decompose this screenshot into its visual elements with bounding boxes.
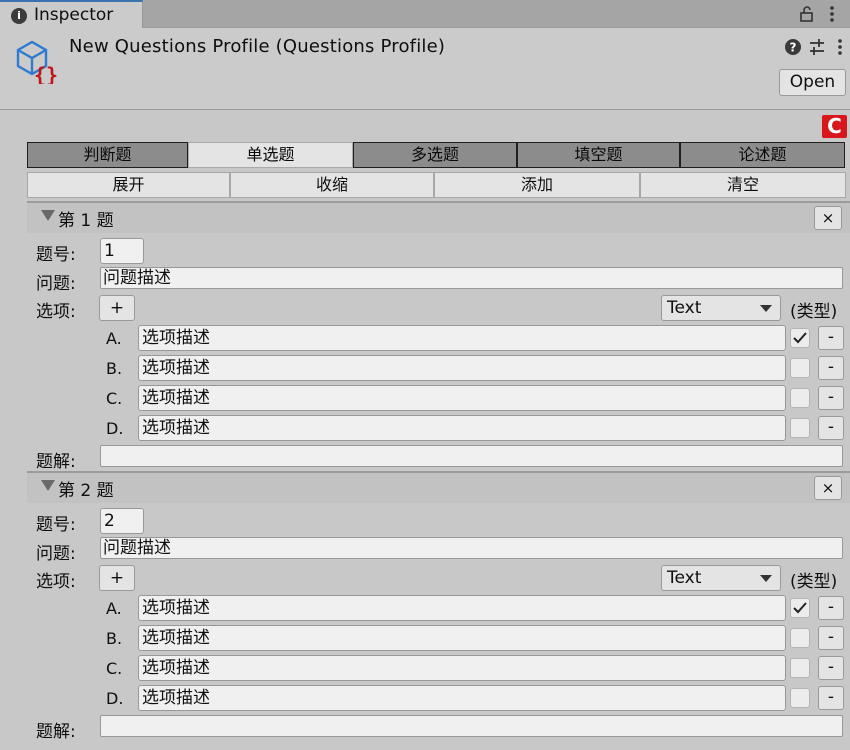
svg-text:{}: {} [34, 63, 58, 84]
foldout-arrow-icon[interactable] [41, 480, 55, 491]
explanation-label: 题解: [36, 722, 76, 742]
question-number-field[interactable]: 2 [100, 508, 144, 534]
remove-option-button[interactable]: - [818, 326, 844, 350]
correct-checkbox[interactable] [790, 328, 810, 348]
type-label: (类型) [790, 302, 838, 322]
question-label: 问题: [36, 274, 76, 294]
explanation-field[interactable] [100, 715, 843, 737]
add-button[interactable]: 添加 [434, 172, 640, 198]
remove-option-button[interactable]: - [818, 416, 844, 440]
option-type-dropdown[interactable]: Text [661, 565, 781, 591]
option-text-field[interactable]: 选项描述 [138, 655, 786, 681]
option-text-field[interactable]: 选项描述 [138, 625, 786, 651]
tab-essay[interactable]: 论述题 [680, 142, 845, 168]
option-text-field[interactable]: 选项描述 [138, 385, 786, 411]
checkmark-icon [793, 602, 807, 614]
dropdown-value: Text [667, 298, 702, 318]
tab-judgement[interactable]: 判断题 [27, 142, 188, 168]
correct-checkbox[interactable] [790, 598, 810, 618]
option-text-field[interactable]: 选项描述 [138, 325, 786, 351]
open-button[interactable]: Open [779, 69, 846, 96]
asset-title: New Questions Profile (Questions Profile… [69, 36, 446, 57]
lock-icon[interactable] [797, 4, 817, 24]
option-letter: B. [106, 629, 123, 648]
option-letter: D. [106, 419, 124, 438]
header-menu-icon[interactable] [830, 37, 850, 57]
question-header[interactable]: 第 1 题 [27, 201, 850, 233]
question-header[interactable]: 第 2 题 [27, 471, 850, 503]
expand-button[interactable]: 展开 [27, 172, 230, 198]
remove-option-button[interactable]: - [818, 356, 844, 380]
tab-inspector[interactable]: i Inspector [0, 0, 143, 28]
type-label: (类型) [790, 572, 838, 592]
clear-button[interactable]: 清空 [640, 172, 846, 198]
remove-option-button[interactable]: - [818, 656, 844, 680]
info-icon: i [11, 8, 27, 24]
tab-multiple-choice[interactable]: 多选题 [353, 142, 517, 168]
presets-icon[interactable] [807, 37, 827, 57]
option-text-field[interactable]: 选项描述 [138, 685, 786, 711]
correct-checkbox[interactable] [790, 658, 810, 678]
tab-label: 论述题 [738, 145, 787, 164]
tab-inspector-label: Inspector [34, 5, 114, 25]
chevron-down-icon [760, 305, 772, 312]
remove-question-button[interactable]: × [814, 206, 842, 230]
tab-label: 填空题 [574, 145, 623, 164]
dropdown-value: Text [667, 568, 702, 588]
remove-option-button[interactable]: - [818, 686, 844, 710]
option-letter: D. [106, 689, 124, 708]
remove-question-button[interactable]: × [814, 476, 842, 500]
remove-option-button[interactable]: - [818, 596, 844, 620]
checkmark-icon [793, 332, 807, 344]
option-letter: A. [106, 329, 122, 348]
option-text-field[interactable]: 选项描述 [138, 415, 786, 441]
tab-menu-icon[interactable] [822, 4, 842, 24]
tab-single-choice[interactable]: 单选题 [188, 142, 353, 168]
remove-option-button[interactable]: - [818, 386, 844, 410]
scriptable-object-icon: {} [16, 40, 58, 84]
question-title: 第 1 题 [58, 211, 114, 231]
svg-text:?: ? [790, 41, 797, 55]
options-label: 选项: [36, 572, 76, 592]
help-icon[interactable]: ? [783, 37, 803, 57]
chevron-down-icon [760, 575, 772, 582]
option-letter: C. [106, 659, 123, 678]
option-letter: A. [106, 599, 122, 618]
remove-option-button[interactable]: - [818, 626, 844, 650]
question-label: 问题: [36, 544, 76, 564]
options-label: 选项: [36, 302, 76, 322]
tab-label: 单选题 [246, 145, 295, 164]
plugin-logo: C [822, 115, 847, 138]
question-title: 第 2 题 [58, 481, 114, 501]
tab-fill-blank[interactable]: 填空题 [517, 142, 680, 168]
collapse-button[interactable]: 收缩 [230, 172, 434, 198]
number-label: 题号: [36, 515, 76, 535]
explanation-field[interactable] [100, 445, 843, 467]
window-tab-bar: i Inspector [0, 0, 850, 28]
explanation-label: 题解: [36, 452, 76, 472]
number-label: 题号: [36, 245, 76, 265]
tab-label: 判断题 [83, 145, 132, 164]
correct-checkbox[interactable] [790, 358, 810, 378]
correct-checkbox[interactable] [790, 388, 810, 408]
option-letter: C. [106, 389, 123, 408]
add-option-button[interactable]: + [99, 295, 135, 321]
correct-checkbox[interactable] [790, 628, 810, 648]
option-text-field[interactable]: 选项描述 [138, 355, 786, 381]
correct-checkbox[interactable] [790, 418, 810, 438]
correct-checkbox[interactable] [790, 688, 810, 708]
option-letter: B. [106, 359, 123, 378]
tab-label: 多选题 [410, 145, 459, 164]
add-option-button[interactable]: + [99, 565, 135, 591]
foldout-arrow-icon[interactable] [41, 210, 55, 221]
option-type-dropdown[interactable]: Text [661, 295, 781, 321]
question-text-field[interactable]: 问题描述 [100, 267, 843, 289]
question-text-field[interactable]: 问题描述 [100, 537, 843, 559]
question-number-field[interactable]: 1 [100, 238, 144, 264]
option-text-field[interactable]: 选项描述 [138, 595, 786, 621]
